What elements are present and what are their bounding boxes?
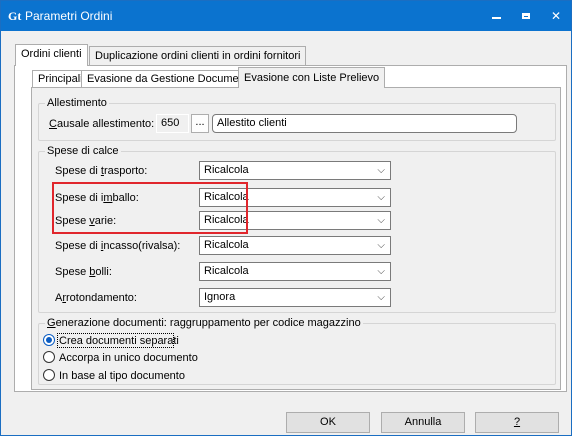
- selected-value: Ricalcola: [204, 265, 249, 277]
- radio-label[interactable]: Accorpa in unico documento: [59, 351, 198, 365]
- help-button[interactable]: ?: [475, 412, 559, 433]
- app-logo-icon: Gt: [8, 9, 22, 23]
- spese-trasporto-select[interactable]: Ricalcola ⌵: [199, 161, 391, 180]
- causale-code-field[interactable]: 650: [156, 114, 189, 133]
- tab-label: Duplicazione ordini clienti in ordini fo…: [95, 50, 301, 62]
- radio-accorpa-unico-documento[interactable]: [43, 351, 55, 363]
- maximize-icon: [522, 13, 530, 19]
- tab-evasione-liste-prelievo[interactable]: Evasione con Liste Prelievo: [238, 67, 386, 88]
- label-text: Spese di: [55, 240, 101, 252]
- minimize-icon: [491, 17, 501, 19]
- group-label: Allestimento: [45, 97, 109, 109]
- radio-label[interactable]: In base al tipo documento: [59, 369, 185, 383]
- label-text: Spese: [55, 266, 90, 278]
- ok-button[interactable]: OK: [286, 412, 370, 433]
- title-bar[interactable]: Gt Parametri Ordini ✕: [1, 1, 571, 31]
- maximize-button[interactable]: [511, 1, 541, 31]
- label-text: ballo:: [112, 192, 139, 204]
- chevron-down-icon: ⌵: [377, 215, 385, 226]
- tab-label: Principali: [38, 73, 83, 85]
- label-text: Spese: [55, 215, 90, 227]
- tab-ordini-clienti[interactable]: Ordini clienti: [15, 44, 88, 66]
- selected-value: Ricalcola: [204, 164, 249, 176]
- tab-label: Evasione con Liste Prelievo: [244, 72, 380, 84]
- tab-evasione-gestione-documenti[interactable]: Evasione da Gestione Documenti: [81, 70, 257, 88]
- label-accelerator: C: [49, 118, 57, 130]
- spese-bolli-label: Spese bolli:: [55, 265, 112, 279]
- chevron-down-icon: ⌵: [377, 192, 385, 203]
- spese-imballo-label: Spese di imballo:: [55, 191, 139, 205]
- causale-allestimento-label: Causale allestimento:: [49, 117, 154, 131]
- causale-description-field[interactable]: Allestito clienti: [212, 114, 517, 133]
- selected-value: Ricalcola: [204, 214, 249, 226]
- group-label: Spese di calce: [45, 145, 121, 157]
- spese-incasso-select[interactable]: Ricalcola ⌵: [199, 236, 391, 255]
- spese-incasso-label: Spese di incasso(rivalsa):: [55, 239, 180, 253]
- label-text: olli:: [95, 266, 112, 278]
- chevron-down-icon: ⌵: [377, 165, 385, 176]
- arrotondamento-select[interactable]: Ignora ⌵: [199, 288, 391, 307]
- causale-browse-button[interactable]: ...: [191, 114, 209, 133]
- radio-crea-documenti-separati[interactable]: [43, 334, 55, 346]
- chevron-down-icon: ⌵: [377, 240, 385, 251]
- label-accelerator: G: [47, 317, 56, 329]
- tab-duplicazione-ordini[interactable]: Duplicazione ordini clienti in ordini fo…: [89, 46, 307, 65]
- spese-imballo-select[interactable]: Ricalcola ⌵: [199, 188, 391, 207]
- tab-label: Evasione da Gestione Documenti: [87, 73, 251, 85]
- help-label: ?: [513, 416, 521, 428]
- selected-value: Ricalcola: [204, 239, 249, 251]
- selected-value: Ricalcola: [204, 191, 249, 203]
- cancel-button[interactable]: Annulla: [381, 412, 465, 433]
- chevron-down-icon: ⌵: [377, 266, 385, 277]
- tab-label: Ordini clienti: [21, 48, 82, 60]
- spese-trasporto-label: Spese di trasporto:: [55, 164, 147, 178]
- arrotondamento-label: Arrotondamento:: [55, 291, 137, 305]
- window-title: Parametri Ordini: [25, 9, 113, 23]
- group-label: Generazione documenti: raggruppamento pe…: [45, 317, 363, 329]
- label-text: ausale allestimento:: [56, 118, 155, 130]
- label-text: enerazione documenti: raggruppamento per…: [55, 317, 361, 329]
- label-text: arie:: [94, 215, 117, 227]
- selected-value: Ignora: [204, 291, 236, 303]
- label-text: rotondamento:: [66, 292, 137, 304]
- label-text: Spese di: [55, 165, 101, 177]
- close-button[interactable]: ✕: [541, 1, 571, 31]
- label-text: ncasso(rivalsa):: [103, 240, 181, 252]
- chevron-down-icon: ⌵: [377, 292, 385, 303]
- label-text: Spese di i: [55, 192, 104, 204]
- dialog-window: Gt Parametri Ordini ✕ Ordini clienti Dup…: [0, 0, 572, 436]
- radio-label[interactable]: Crea documenti separati: [59, 334, 179, 348]
- close-icon: ✕: [550, 9, 562, 23]
- minimize-button[interactable]: [481, 1, 511, 31]
- spese-varie-select[interactable]: Ricalcola ⌵: [199, 211, 391, 230]
- radio-in-base-tipo-documento[interactable]: [43, 369, 55, 381]
- spese-varie-label: Spese varie:: [55, 214, 116, 228]
- label-text: rasporto:: [103, 165, 148, 177]
- spese-bolli-select[interactable]: Ricalcola ⌵: [199, 262, 391, 281]
